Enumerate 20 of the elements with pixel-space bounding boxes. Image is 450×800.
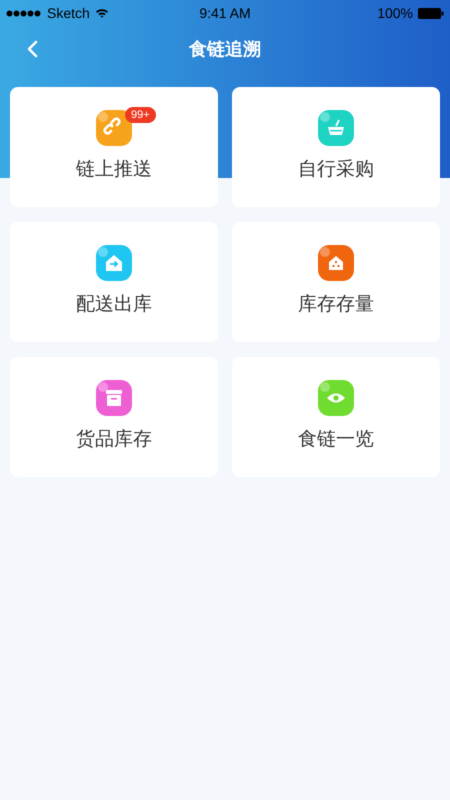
menu-tile[interactable]: 99+ 链上推送 bbox=[10, 87, 218, 207]
menu-tile[interactable]: 配送出库 bbox=[10, 222, 218, 342]
wifi-icon bbox=[94, 8, 109, 18]
page-title: 食链追溯 bbox=[189, 38, 261, 61]
menu-tile[interactable]: 自行采购 bbox=[232, 87, 440, 207]
battery-icon bbox=[418, 8, 444, 18]
tile-label: 配送出库 bbox=[76, 292, 152, 317]
carrier-name: Sketch bbox=[47, 5, 90, 21]
count-badge: 99+ bbox=[125, 107, 156, 123]
battery-percent: 100% bbox=[377, 5, 413, 21]
tile-label: 库存存量 bbox=[298, 292, 374, 317]
tile-label: 食链一览 bbox=[298, 427, 374, 452]
status-time: 9:41 AM bbox=[199, 5, 251, 21]
menu-tile[interactable]: 货品库存 bbox=[10, 357, 218, 477]
menu-tile[interactable]: 食链一览 bbox=[232, 357, 440, 477]
tile-label: 链上推送 bbox=[76, 157, 152, 182]
tile-label: 货品库存 bbox=[76, 427, 152, 452]
menu-tile[interactable]: 库存存量 bbox=[232, 222, 440, 342]
tile-label: 自行采购 bbox=[298, 157, 374, 182]
signal-icon bbox=[6, 10, 42, 16]
